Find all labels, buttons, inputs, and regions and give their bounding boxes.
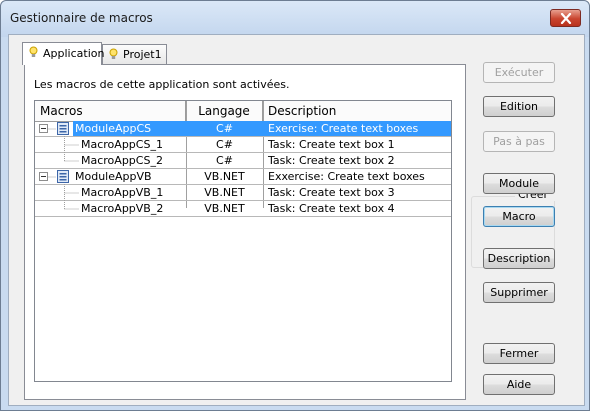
macro-language: C# xyxy=(216,138,233,151)
macro-manager-window: Gestionnaire de macros Application Proje… xyxy=(0,0,590,411)
macro-button[interactable]: Macro xyxy=(483,206,555,227)
title-bar[interactable]: Gestionnaire de macros xyxy=(1,1,589,37)
table-row[interactable]: MacroAppCS_2 C# Task: Create text box 2 xyxy=(35,153,451,169)
macro-language: VB.NET xyxy=(204,202,245,215)
close-icon xyxy=(560,13,572,24)
macros-table[interactable]: Macros Langage Description ModuleAppCS C… xyxy=(34,100,452,382)
macro-description: Task: Create text box 1 xyxy=(268,138,395,151)
column-header-description[interactable]: Description xyxy=(263,101,451,121)
delete-button[interactable]: Supprimer xyxy=(483,282,555,303)
macro-language: C# xyxy=(186,121,263,136)
macro-language: C# xyxy=(216,154,233,167)
table-row[interactable]: ModuleAppCS C# Exercise: Create text box… xyxy=(35,121,451,137)
macro-description: Exercise: Create text boxes xyxy=(263,121,451,136)
macro-description: Task: Create text box 2 xyxy=(268,154,395,167)
macro-name: MacroAppVB_2 xyxy=(81,202,164,215)
macro-name: ModuleAppCS xyxy=(73,121,188,136)
close-button[interactable] xyxy=(550,9,581,27)
macro-name: MacroAppCS_2 xyxy=(81,154,163,167)
macro-name: ModuleAppVB xyxy=(75,170,152,183)
table-row[interactable]: MacroAppCS_1 C# Task: Create text box 1 xyxy=(35,137,451,153)
table-row[interactable]: MacroAppVB_1 VB.NET Task: Create text bo… xyxy=(35,185,451,201)
tab-application[interactable]: Application xyxy=(22,42,105,65)
description-button[interactable]: Description xyxy=(483,248,555,269)
step-button[interactable]: Pas à pas xyxy=(483,131,555,152)
lightbulb-icon xyxy=(109,48,118,59)
status-text: Les macros de cette application sont act… xyxy=(34,78,290,91)
tab-projet1[interactable]: Projet1 xyxy=(102,44,167,65)
column-header-langage[interactable]: Langage xyxy=(186,101,263,121)
macro-description: Task: Create text box 4 xyxy=(268,202,395,215)
macro-name: MacroAppCS_1 xyxy=(81,138,163,151)
edit-button[interactable]: Edition xyxy=(483,96,555,117)
tree-lines xyxy=(48,128,79,210)
macro-description: Exxercise: Create text boxes xyxy=(268,170,425,183)
macro-description: Task: Create text box 3 xyxy=(268,186,395,199)
table-row[interactable]: MacroAppVB_2 VB.NET Task: Create text bo… xyxy=(35,201,451,217)
column-header-macros[interactable]: Macros xyxy=(35,101,186,121)
lightbulb-icon xyxy=(29,46,38,57)
tab-panel: Les macros de cette application sont act… xyxy=(24,64,466,400)
macro-language: VB.NET xyxy=(204,186,245,199)
tab-label: Application xyxy=(43,47,105,60)
execute-button[interactable]: Exécuter xyxy=(483,62,555,83)
close-dialog-button[interactable]: Fermer xyxy=(483,343,555,364)
macro-language: VB.NET xyxy=(204,170,245,183)
macro-name: MacroAppVB_1 xyxy=(81,186,164,199)
table-header: Macros Langage Description xyxy=(35,101,451,122)
module-button[interactable]: Module xyxy=(483,173,555,194)
table-row[interactable]: ModuleAppVB VB.NET Exxercise: Create tex… xyxy=(35,169,451,185)
help-button[interactable]: Aide xyxy=(483,374,555,395)
window-title: Gestionnaire de macros xyxy=(10,11,153,25)
tab-label: Projet1 xyxy=(123,48,162,61)
dialog-client-area: Application Projet1 Les macros de cette … xyxy=(8,34,585,406)
